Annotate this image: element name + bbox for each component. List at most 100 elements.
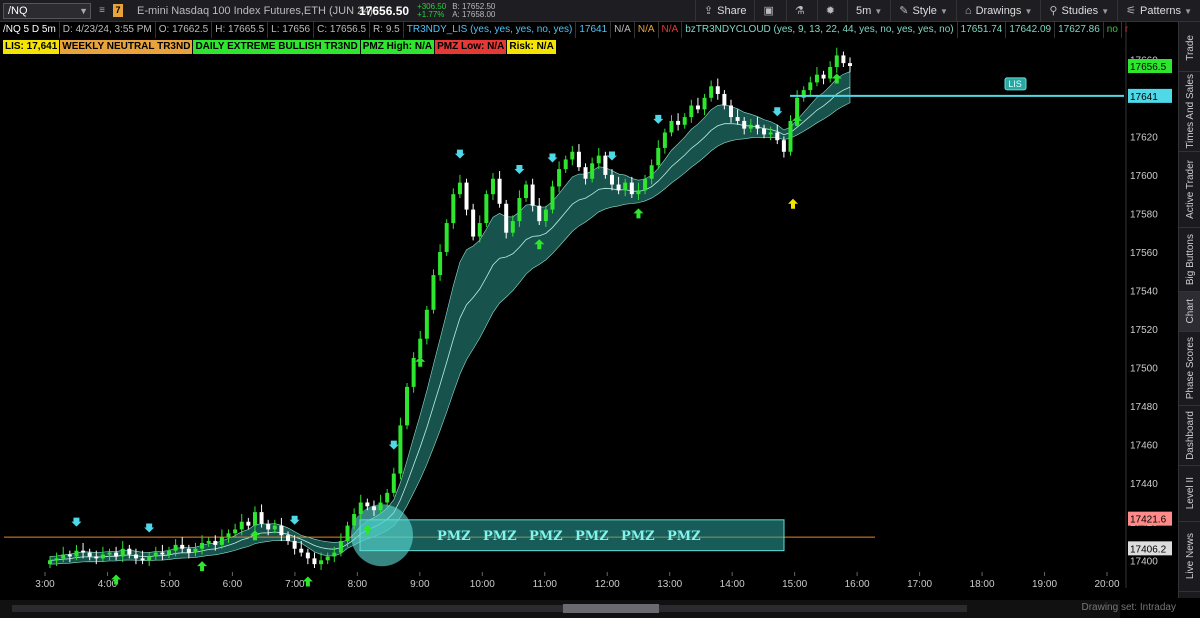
candle-body [431,275,436,310]
up-arrow-icon [197,561,208,572]
share-button[interactable]: ⇪ Share [694,0,755,22]
tab-level-ii[interactable]: Level II [1179,466,1200,522]
candle-body [54,558,59,561]
pmz-zone [359,519,785,552]
candle-body [728,105,733,118]
scroll-left-icon[interactable] [0,603,8,613]
chevron-down-icon: ▼ [1024,7,1033,16]
patterns-button[interactable]: ⚟ Patterns ▼ [1117,0,1200,22]
scrollbar-track[interactable] [12,605,967,612]
menu-icon[interactable]: ≡ [95,4,109,18]
share-icon: ⇪ [703,5,714,17]
study-value: no [1104,22,1122,38]
tab-label: Level II [1184,477,1196,510]
candle-body [120,548,125,557]
candle-body [385,492,390,503]
candle-body [365,502,370,507]
candle-body [167,550,172,555]
candle-body [656,147,661,166]
candle-body [114,552,119,557]
x-tick-label: 11:00 [533,579,558,590]
price-chart[interactable]: 1740017420174401746017480175001752017540… [0,22,1178,600]
symbol-selector[interactable]: /NQ ▼ [3,2,91,19]
time-scrollbar[interactable] [0,600,1120,618]
tab-chart[interactable]: Chart [1179,292,1200,332]
candle-body [649,165,654,179]
study-value: bzTR3NDYCLOUD (yes, 9, 13, 22, 44, yes, … [682,22,958,38]
pmz-label: PMZ [529,529,563,544]
patterns-label: Patterns [1140,5,1182,17]
lis-tag-label: LIS [1008,79,1022,89]
symbol-text: /NQ [8,4,28,17]
candle-body [100,554,105,559]
chart-settings-button[interactable]: ▣ [754,0,785,22]
tab-dashboard[interactable]: Dashboard [1179,406,1200,466]
instrument-name: E-mini Nasdaq 100 Index Futures,ETH (JUN… [137,4,373,17]
indicator-badge: WEEKLY NEUTRAL TR3ND [60,40,193,54]
drawings-button[interactable]: ⌂ Drawings ▼ [955,0,1041,22]
y-tick-label: 17500 [1130,364,1158,375]
candle-body [755,124,760,129]
candle-body [517,198,522,222]
x-tick-label: 12:00 [595,579,620,590]
candle-body [418,338,423,358]
indicator-badge: PMZ High: N/A [360,40,435,54]
candle-body [748,124,753,129]
chevron-down-icon: ▼ [1101,7,1110,16]
tab-label: Phase Scores [1184,337,1196,400]
up-arrow-icon [788,198,798,209]
candle-body [457,182,462,195]
indicator-badge: LIS: 17,641 [3,40,60,54]
candle-body [814,74,819,83]
scrollbar-thumb[interactable] [563,604,659,613]
tab-live-news[interactable]: Live News [1179,522,1200,592]
candle-body [325,556,330,561]
candle-body [775,132,780,141]
tab-active-trader[interactable]: Active Trader [1179,152,1200,228]
candle-body [405,386,410,426]
candle-body [193,548,198,553]
tab-trade[interactable]: Trade [1179,24,1200,72]
x-tick-label: 7:00 [285,579,305,590]
candle-body [74,550,79,557]
candle-body [272,525,277,530]
candle-body [490,178,495,195]
candle-body [603,155,608,175]
tab-phase-scores[interactable]: Phase Scores [1179,332,1200,406]
candle-body [451,194,456,224]
tab-label: Trade [1184,34,1196,61]
share-label: Share [717,5,747,17]
timeframe-button[interactable]: 5m ▼ [846,0,890,22]
x-tick-label: 17:00 [907,579,932,590]
top-toolbar: /NQ ▼ ≡ 7 E-mini Nasdaq 100 Index Future… [0,0,1200,22]
studies-button[interactable]: ⚲ Studies ▼ [1040,0,1117,22]
tab-times-and-sales[interactable]: Times And Sales [1179,72,1200,152]
candle-body [735,117,740,121]
candle-body [636,190,641,195]
y-tick-label: 17600 [1130,171,1158,182]
x-tick-label: 9:00 [410,579,430,590]
candle-body [371,506,376,511]
ask-price: A: 17658.00 [452,9,496,19]
candle-body [464,182,469,210]
study-value: N/A [611,22,635,38]
chevron-down-icon: ▼ [874,7,883,16]
tab-label: Times And Sales [1184,74,1196,149]
tab-big-buttons[interactable]: Big Buttons [1179,228,1200,292]
link-group-badge[interactable]: 7 [113,4,123,17]
up-arrow-icon [633,208,644,219]
style-button[interactable]: ✎ Style ▼ [890,0,956,22]
chevron-down-icon: ▼ [1184,7,1192,16]
candle-body [226,533,231,538]
indicator-badge: PMZ Low: N/A [435,40,507,54]
drawings-icon: ⌂ [964,5,972,17]
tab-label: Dashboard [1184,411,1196,460]
study-value: C: 17656.5 [314,22,371,38]
x-tick-label: 6:00 [223,579,243,590]
chevron-down-icon[interactable]: ▼ [79,4,88,18]
candle-body [557,169,562,187]
gear-button[interactable]: ✹ [816,0,847,22]
x-tick-label: 3:00 [35,579,55,590]
candle-body [576,151,581,168]
flask-button[interactable]: ⚗ [785,0,817,22]
